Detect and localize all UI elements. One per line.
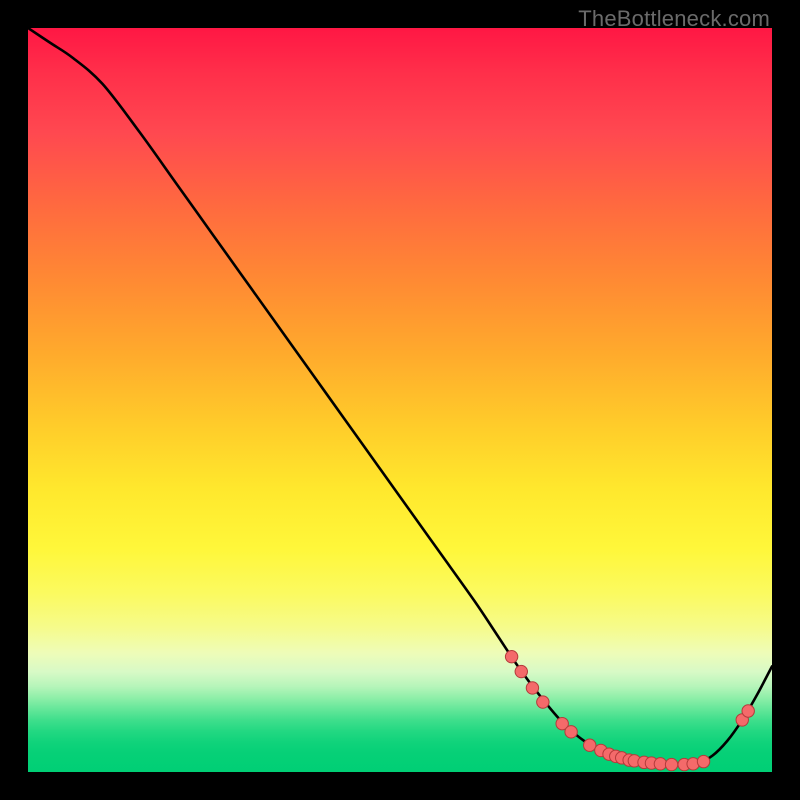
curve-layer bbox=[28, 28, 772, 772]
curve-marker bbox=[742, 705, 754, 717]
curve-marker bbox=[526, 682, 538, 694]
curve-marker bbox=[584, 739, 596, 751]
chart-frame: TheBottleneck.com bbox=[0, 0, 800, 800]
watermark-text: TheBottleneck.com bbox=[578, 6, 770, 32]
curve-marker bbox=[565, 726, 577, 738]
curve-marker bbox=[505, 650, 517, 662]
curve-marker bbox=[515, 665, 527, 677]
curve-marker bbox=[697, 755, 709, 767]
bottleneck-curve bbox=[28, 28, 772, 765]
plot-area bbox=[28, 28, 772, 772]
curve-marker bbox=[537, 696, 549, 708]
curve-marker bbox=[654, 758, 666, 770]
curve-marker bbox=[665, 758, 677, 770]
